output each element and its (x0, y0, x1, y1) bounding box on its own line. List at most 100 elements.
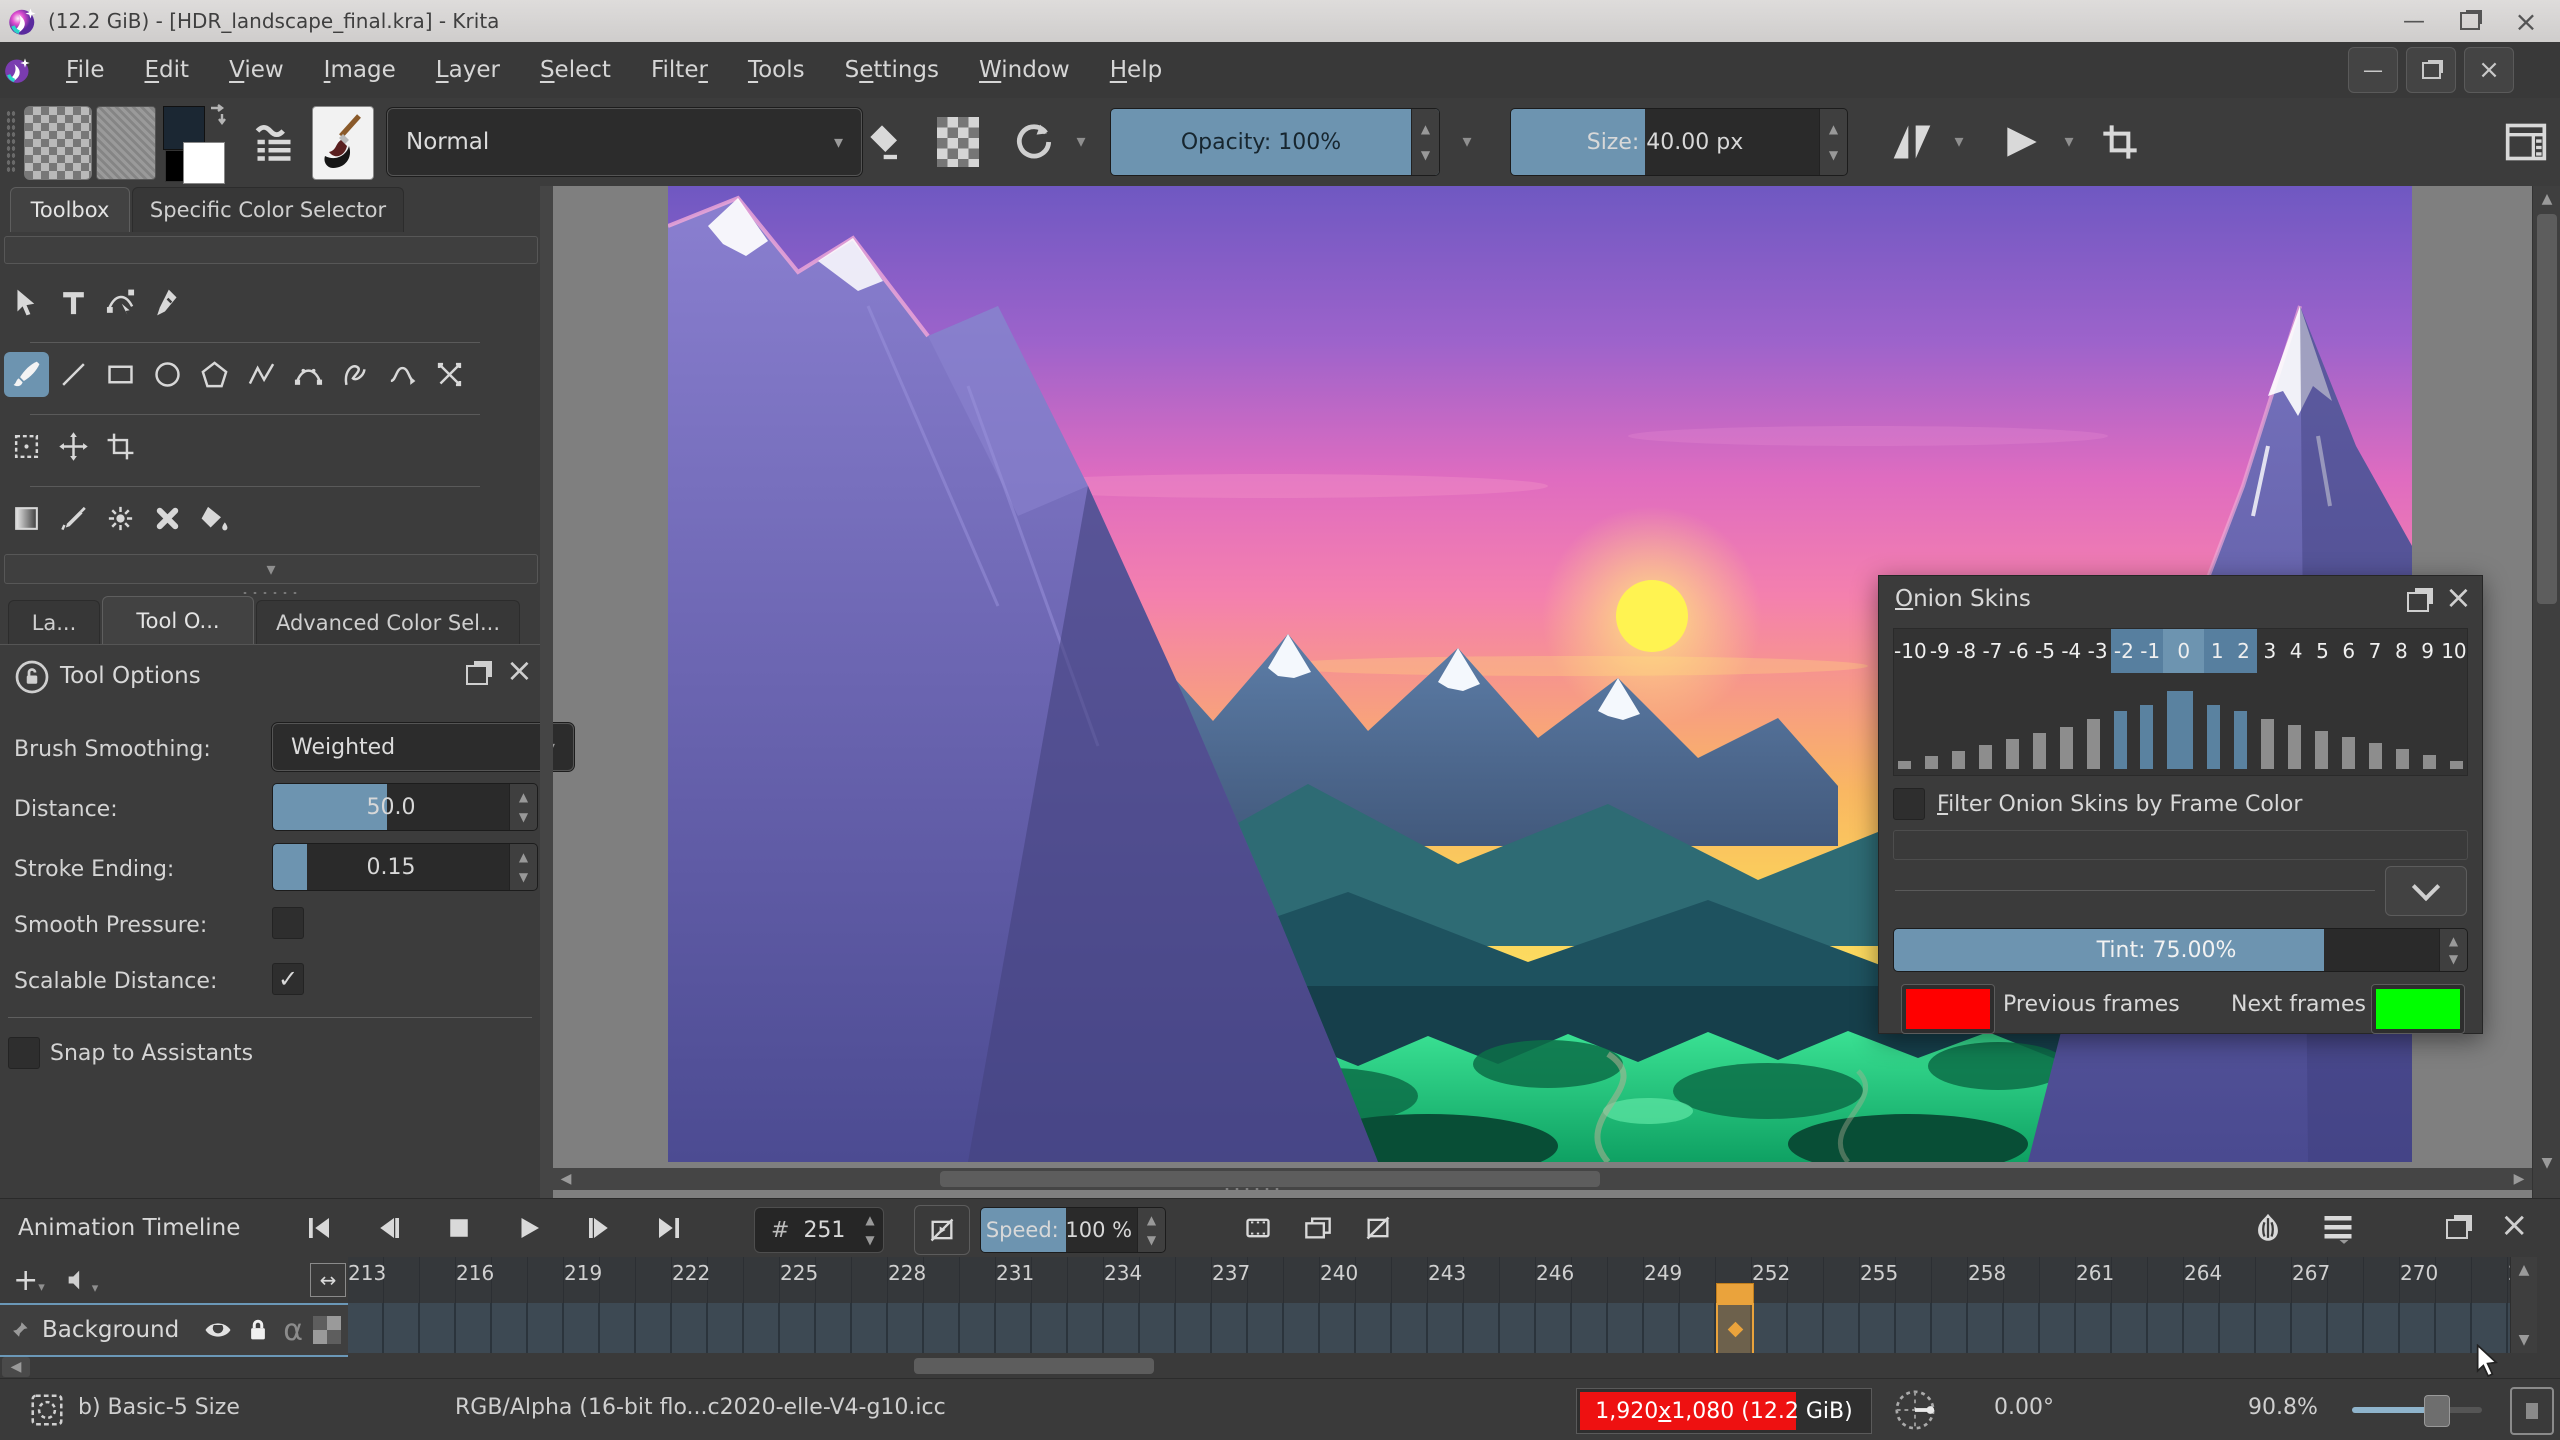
tool-crop[interactable] (98, 424, 143, 469)
onion-opacity-bar--7[interactable] (1979, 745, 1992, 769)
scalable-distance-checkbox[interactable]: ✓ (272, 963, 304, 995)
ruler-label-258[interactable]: 258 (1968, 1261, 2004, 1285)
canvas-h-scroll-handle[interactable] (940, 1171, 1600, 1187)
previous-frame-button[interactable] (366, 1206, 412, 1250)
ruler-label-246[interactable]: 246 (1536, 1261, 1572, 1285)
window-minimize-button[interactable]: — (2386, 4, 2442, 38)
ruler-label-270[interactable]: 270 (2400, 1261, 2436, 1285)
tab-tool-options[interactable]: Tool O... (102, 596, 254, 645)
tool-freehand-brush[interactable] (4, 352, 49, 397)
panel-canvas-splitter[interactable] (540, 186, 553, 1198)
onion-frame-toggle-4[interactable]: 4 (2283, 629, 2309, 673)
onion-opacity-bar-9[interactable] (2423, 755, 2436, 769)
tool-select[interactable] (4, 280, 49, 325)
ruler-label-234[interactable]: 234 (1104, 1261, 1140, 1285)
tool-ellipse[interactable] (145, 352, 190, 397)
reload-options-caret[interactable]: ▾ (1066, 126, 1096, 156)
tool-move[interactable] (51, 424, 96, 469)
brush-smoothing-dropdown[interactable]: Weighted ▾ (272, 723, 574, 771)
foreground-background-colors[interactable] (163, 104, 229, 180)
onion-opacity-bar-8[interactable] (2396, 749, 2409, 769)
reload-preset-button[interactable] (1006, 114, 1062, 170)
ruler-label-267[interactable]: 267 (2292, 1261, 2328, 1285)
mirror-horizontal-caret[interactable]: ▾ (1946, 126, 1972, 156)
menu-item-filter[interactable]: Filter (631, 57, 728, 83)
mirror-vertical-button[interactable] (1994, 114, 2050, 170)
scroll-right-icon[interactable]: ▶ (2508, 1168, 2530, 1190)
tab-specific-color-selector[interactable]: Specific Color Selector (132, 187, 404, 232)
docker-lock-icon[interactable] (14, 659, 50, 695)
onion-frame-toggle-9[interactable]: 9 (2414, 629, 2440, 673)
audio-options-button[interactable]: ▾ (58, 1261, 104, 1299)
opacity-options-caret[interactable]: ▾ (1452, 126, 1482, 156)
onion-opacity-bar-1[interactable] (2207, 705, 2220, 769)
layer-visible-icon[interactable] (203, 1315, 233, 1345)
menu-item-view[interactable]: View (209, 57, 304, 83)
ruler-label-228[interactable]: 228 (888, 1261, 924, 1285)
onion-frame-toggle-10[interactable]: 10 (2441, 629, 2467, 673)
onion-opacity-bar-10[interactable] (2450, 761, 2463, 769)
smooth-pressure-checkbox[interactable] (272, 907, 304, 939)
frames-h-scroll-handle[interactable] (914, 1358, 1154, 1374)
scroll-down-icon[interactable]: ▼ (2533, 1152, 2560, 1174)
opacity-spinner[interactable]: ▲▼ (1411, 109, 1439, 175)
onion-skins-toggle-button[interactable] (2246, 1206, 2290, 1250)
onion-frame-toggle--4[interactable]: -4 (2058, 629, 2084, 673)
zoom-slider[interactable] (2352, 1407, 2482, 1413)
mirror-horizontal-button[interactable] (1884, 114, 1940, 170)
menu-item-select[interactable]: Select (520, 57, 631, 83)
close-docker-icon[interactable]: × (2500, 1205, 2529, 1245)
memory-usage-indicator[interactable]: 1,920 x 1,080 (12.2 GiB) (1576, 1388, 1872, 1434)
onion-frame-toggle--3[interactable]: -3 (2084, 629, 2110, 673)
timeline-splitter-handle[interactable] (1222, 1186, 1282, 1192)
onion-opacity-bar-2[interactable] (2234, 711, 2247, 769)
toolbar-grip[interactable] (6, 110, 16, 174)
onion-opacity-bar--3[interactable] (2087, 719, 2100, 769)
menu-item-file[interactable]: File (46, 57, 125, 83)
layer-checker-icon[interactable] (313, 1316, 341, 1344)
canvas-v-scroll-handle[interactable] (2537, 214, 2557, 604)
eraser-mode-button[interactable] (856, 114, 908, 170)
onion-opacity-bar--2[interactable] (2114, 711, 2127, 769)
tool-calligraphy[interactable] (145, 280, 190, 325)
playback-speed-slider[interactable]: Speed: 100 % ▲▼ (980, 1207, 1166, 1253)
menu-item-tools[interactable]: Tools (728, 57, 825, 83)
selection-mode-icon[interactable] (28, 1391, 66, 1429)
play-button[interactable] (506, 1206, 552, 1250)
current-frame-cell[interactable] (1716, 1303, 1754, 1353)
onion-frame-toggle-7[interactable]: 7 (2362, 629, 2388, 673)
gradient-chooser-button[interactable] (24, 106, 92, 180)
ruler-label-222[interactable]: 222 (672, 1261, 708, 1285)
tint-slider[interactable]: Tint: 75.00% ▲▼ (1893, 928, 2468, 972)
ruler-label-255[interactable]: 255 (1860, 1261, 1896, 1285)
frames-scroll-up[interactable]: ▲ (2511, 1257, 2537, 1283)
menu-item-settings[interactable]: Settings (825, 57, 959, 83)
onion-frame-toggle--2[interactable]: -2 (2111, 629, 2137, 673)
timeline-zoom-handle[interactable]: ↔ (310, 1263, 346, 1297)
float-docker-icon[interactable] (2446, 1219, 2468, 1239)
mirror-vertical-caret[interactable]: ▾ (2056, 126, 2082, 156)
brush-preset-status[interactable]: b) Basic-5 Size (78, 1395, 240, 1420)
pin-icon[interactable] (8, 1318, 32, 1342)
frame-color-filter-band[interactable] (1893, 830, 2468, 860)
ruler-label-219[interactable]: 219 (564, 1261, 600, 1285)
stroke-spinner[interactable]: ▲▼ (509, 844, 537, 890)
tool-smart-patch[interactable] (145, 496, 190, 541)
background-color-swatch-white[interactable] (183, 142, 225, 184)
skip-to-start-button[interactable] (296, 1206, 342, 1250)
blending-mode-dropdown[interactable]: Normal ▾ (387, 108, 862, 176)
tool-fill[interactable] (192, 496, 237, 541)
tool-transform[interactable] (4, 424, 49, 469)
window-restore-button[interactable] (2442, 4, 2498, 38)
onion-frame-toggle-0[interactable]: 0 (2163, 629, 2204, 673)
delete-frame-button[interactable] (1356, 1206, 1400, 1250)
opacity-slider[interactable]: Opacity: 100% ▲▼ (1110, 108, 1440, 176)
onion-opacity-bar--10[interactable] (1898, 761, 1911, 769)
ruler-label-225[interactable]: 225 (780, 1261, 816, 1285)
onion-opacity-bar--1[interactable] (2140, 705, 2153, 769)
collapse-options-button[interactable] (2385, 866, 2467, 916)
onion-frame-toggle--6[interactable]: -6 (2006, 629, 2032, 673)
ruler-label-264[interactable]: 264 (2184, 1261, 2220, 1285)
preserve-alpha-button[interactable] (932, 114, 984, 170)
onion-frame-toggle--7[interactable]: -7 (1979, 629, 2005, 673)
